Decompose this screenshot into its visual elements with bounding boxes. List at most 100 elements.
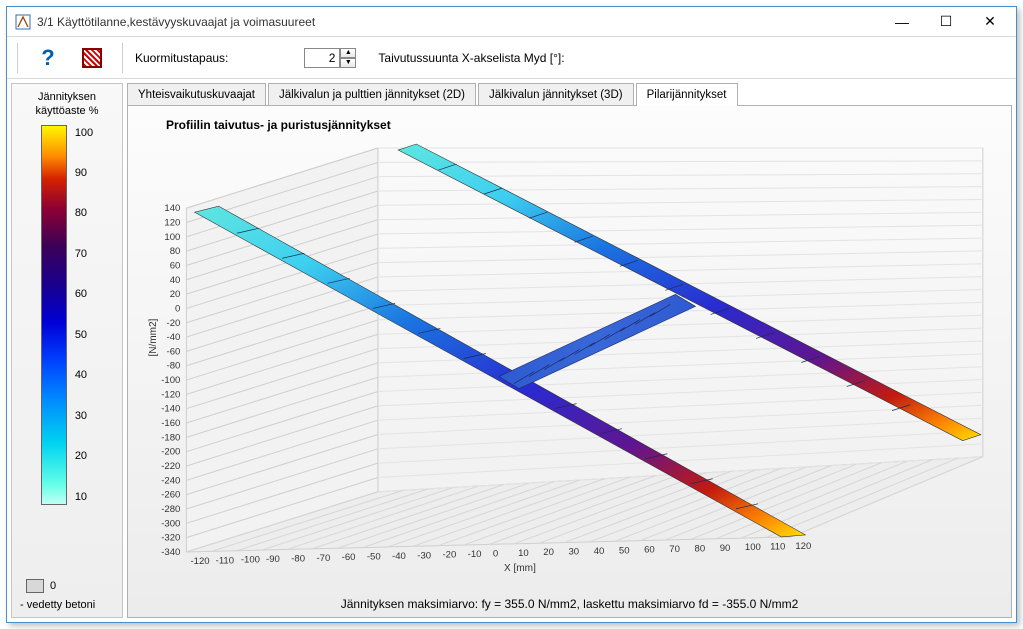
svg-text:70: 70 (669, 544, 680, 555)
svg-text:-20: -20 (442, 550, 456, 561)
profile-icon (82, 48, 102, 68)
legend-gradient (41, 125, 67, 505)
app-icon (15, 14, 31, 30)
svg-text:-200: -200 (161, 447, 180, 458)
svg-text:40: 40 (594, 546, 605, 557)
load-case-input[interactable] (304, 48, 340, 68)
tab-2d-stresses[interactable]: Jälkivalun ja pulttien jännitykset (2D) (268, 83, 476, 106)
svg-text:-10: -10 (468, 549, 482, 560)
legend-tick: 30 (75, 410, 93, 422)
svg-text:10: 10 (518, 548, 529, 559)
svg-text:-80: -80 (167, 361, 181, 372)
load-case-label: Kuormitustapaus: (135, 51, 228, 65)
spinner-down[interactable]: ▼ (340, 58, 356, 68)
svg-text:120: 120 (164, 218, 180, 229)
legend-zero: 0 (26, 579, 56, 593)
maximize-button[interactable]: ☐ (924, 8, 968, 36)
y-axis-label: [N/mm2] (148, 318, 159, 356)
svg-text:-70: -70 (316, 553, 330, 564)
minimize-button[interactable]: — (880, 8, 924, 36)
tab-content: Profiilin taivutus- ja puristusjännityks… (127, 105, 1012, 618)
svg-text:100: 100 (164, 232, 180, 243)
toolbar-separator (122, 43, 123, 73)
legend-zero-label: 0 (50, 580, 56, 592)
svg-text:80: 80 (170, 246, 181, 257)
svg-text:-110: -110 (216, 555, 234, 566)
svg-text:140: 140 (164, 203, 180, 214)
svg-text:30: 30 (568, 547, 579, 558)
tab-3d-stresses[interactable]: Jälkivalun jännitykset (3D) (478, 83, 634, 106)
svg-text:-60: -60 (167, 346, 181, 357)
window-title: 3/1 Käyttötilanne,kestävyyskuvaajat ja v… (37, 15, 880, 29)
svg-text:-80: -80 (291, 553, 305, 564)
svg-text:-340: -340 (161, 547, 180, 558)
svg-text:0: 0 (175, 303, 180, 314)
legend-tick: 70 (75, 248, 93, 260)
toolbar-separator (17, 43, 18, 73)
svg-text:100: 100 (745, 542, 761, 553)
legend-tick: 20 (75, 450, 93, 462)
load-case-spinner[interactable]: ▲▼ (304, 48, 356, 68)
legend-tick: 90 (75, 167, 93, 179)
help-icon: ? (41, 45, 54, 71)
svg-text:-140: -140 (161, 404, 180, 415)
chart-title: Profiilin taivutus- ja puristusjännityks… (166, 118, 1003, 132)
svg-text:-100: -100 (241, 555, 260, 566)
svg-text:120: 120 (795, 541, 811, 552)
svg-text:90: 90 (720, 543, 731, 554)
legend-ticks: 100 90 80 70 60 50 40 30 20 10 (75, 125, 93, 505)
svg-text:-120: -120 (161, 389, 180, 400)
legend-caption: - vedetty betoni (20, 599, 95, 611)
svg-text:-220: -220 (161, 461, 180, 472)
svg-text:-40: -40 (392, 551, 406, 562)
legend-tick: 10 (75, 491, 93, 503)
svg-text:-60: -60 (342, 552, 356, 563)
svg-text:0: 0 (493, 548, 498, 559)
legend-zero-swatch (26, 579, 44, 593)
tab-column-stresses[interactable]: Pilarijännitykset (636, 83, 738, 106)
svg-text:50: 50 (619, 545, 630, 556)
legend-tick: 60 (75, 288, 93, 300)
app-window: 3/1 Käyttötilanne,kestävyyskuvaajat ja v… (6, 6, 1017, 623)
help-button[interactable]: ? (30, 42, 66, 74)
toolbar: ? Kuormitustapaus: ▲▼ Taivutussuunta X-a… (7, 37, 1016, 79)
tab-combined[interactable]: Yhteisvaikutuskuvaajat (127, 83, 266, 106)
svg-text:40: 40 (170, 275, 181, 286)
svg-text:-100: -100 (161, 375, 180, 386)
titlebar: 3/1 Käyttötilanne,kestävyyskuvaajat ja v… (7, 7, 1016, 37)
svg-text:-90: -90 (266, 554, 280, 565)
legend-title: Jännityksen käyttöaste % (16, 90, 118, 119)
svg-text:110: 110 (770, 542, 785, 553)
svg-text:80: 80 (695, 543, 706, 554)
svg-text:-30: -30 (417, 550, 431, 561)
svg-text:-20: -20 (167, 318, 181, 329)
svg-text:-260: -260 (161, 490, 180, 501)
profile-button[interactable] (74, 42, 110, 74)
legend-tick: 80 (75, 207, 93, 219)
svg-text:-280: -280 (161, 504, 180, 515)
spinner-up[interactable]: ▲ (340, 48, 356, 58)
x-axis-label: X [mm] (504, 563, 536, 574)
legend-tick: 100 (75, 127, 93, 139)
content-body: Jännityksen käyttöaste % 100 90 80 70 60… (7, 79, 1016, 622)
legend-tick: 50 (75, 329, 93, 341)
bending-direction-label: Taivutussuunta X-akselista Myd [°]: (378, 51, 564, 65)
svg-text:60: 60 (644, 545, 655, 556)
legend-panel: Jännityksen käyttöaste % 100 90 80 70 60… (11, 83, 123, 618)
chart-3d-area[interactable]: 140120100806040200-20-40-60-80-100-120-1… (136, 136, 1003, 577)
svg-text:60: 60 (170, 260, 181, 271)
svg-text:-300: -300 (161, 518, 180, 529)
svg-text:-40: -40 (167, 332, 181, 343)
svg-text:-50: -50 (367, 552, 381, 563)
close-button[interactable]: ✕ (968, 8, 1012, 36)
legend-tick: 40 (75, 369, 93, 381)
svg-text:-320: -320 (161, 533, 180, 544)
svg-text:-240: -240 (161, 475, 180, 486)
svg-text:20: 20 (543, 547, 554, 558)
svg-text:-180: -180 (161, 432, 180, 443)
chart-footer: Jännityksen maksimiarvo: fy = 355.0 N/mm… (128, 597, 1011, 611)
tab-bar: Yhteisvaikutuskuvaajat Jälkivalun ja pul… (127, 83, 1012, 106)
svg-text:-120: -120 (190, 556, 209, 567)
svg-text:20: 20 (170, 289, 181, 300)
svg-text:-160: -160 (161, 418, 180, 429)
